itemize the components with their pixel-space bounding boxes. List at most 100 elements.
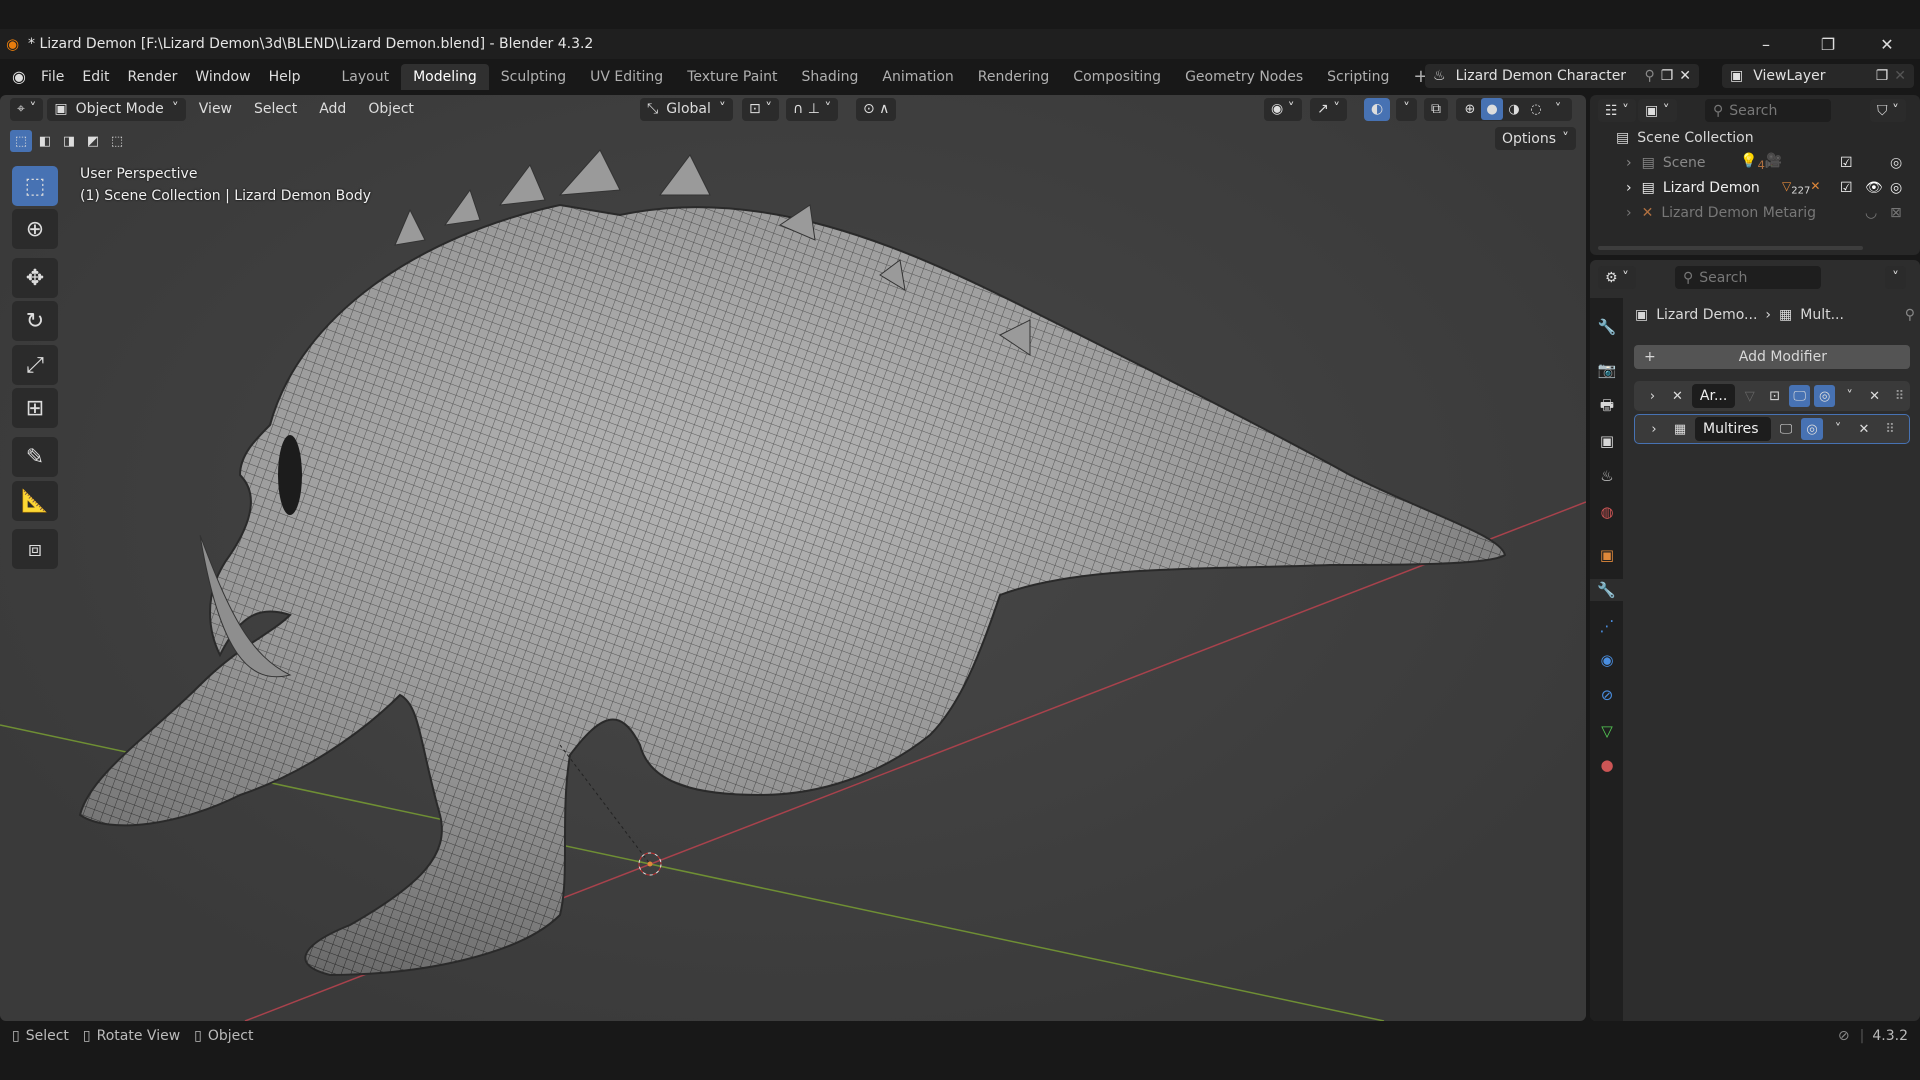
outliner-editor-type[interactable]: ☷ ˅ (1598, 99, 1637, 122)
tab-rendering[interactable]: Rendering (966, 64, 1062, 90)
tool-tab-icon[interactable]: 🔧 (1596, 316, 1618, 338)
render-disabled-icon[interactable]: ⊠ (1890, 205, 1902, 221)
constraints-tab-icon[interactable]: ⊘ (1596, 684, 1618, 706)
scene-selector[interactable]: ♨ Lizard Demon Character ⚲ ❐ ✕ (1425, 64, 1699, 88)
pivot-point-button[interactable]: ⊡ ˅ (742, 97, 780, 121)
remove-modifier-icon[interactable]: ✕ (1853, 418, 1875, 440)
new-view-layer-icon[interactable]: ❐ (1876, 68, 1889, 84)
outliner-row-metarig[interactable]: › ✕ Lizard Demon Metarig ◡ ⊠ (1590, 200, 1920, 225)
viewport-toggle-icon[interactable]: 🖵 (1775, 418, 1797, 440)
transform-tool[interactable]: ⊞ (12, 388, 58, 428)
select-new-icon[interactable]: ⬚ (10, 130, 32, 152)
outliner-row-scene[interactable]: › ▤ Scene 💡4🎥 ☑ ◎ (1590, 150, 1920, 175)
add-modifier-button[interactable]: + Add Modifier (1634, 345, 1910, 369)
render-toggle-icon[interactable]: ◎ (1814, 385, 1836, 407)
tab-geometry-nodes[interactable]: Geometry Nodes (1173, 64, 1315, 90)
view-layer-tab-icon[interactable]: ▣ (1596, 430, 1618, 452)
rotate-tool[interactable]: ↻ (12, 301, 58, 341)
measure-tool[interactable]: 📐 (12, 481, 58, 521)
select-invert-icon[interactable]: ◩ (82, 130, 104, 152)
tab-shading[interactable]: Shading (790, 64, 871, 90)
editor-type-button[interactable]: ⌖ ˅ (10, 97, 44, 121)
drag-handle-icon[interactable]: ⠿ (1889, 385, 1910, 407)
delete-scene-icon[interactable]: ✕ (1679, 68, 1691, 84)
tab-modeling[interactable]: Modeling (401, 63, 489, 90)
modifier-name-field[interactable]: Multires (1695, 417, 1771, 441)
pin-icon[interactable]: ⚲ (1905, 307, 1915, 323)
properties-options-dropdown[interactable]: ˅ (1885, 266, 1906, 289)
new-scene-icon[interactable]: ❐ (1661, 68, 1674, 84)
select-intersect-icon[interactable]: ⬚ (106, 130, 128, 152)
material-tab-icon[interactable]: ● (1596, 754, 1618, 776)
tab-animation[interactable]: Animation (870, 64, 965, 90)
drag-handle-icon[interactable]: ⠿ (1879, 418, 1901, 440)
outliner-row-scene-collection[interactable]: ▤ Scene Collection (1590, 125, 1920, 150)
outliner-row-lizard-demon[interactable]: › ▤ Lizard Demon ▽227✕ ☑ 👁 ◎ (1590, 175, 1920, 200)
delete-view-layer-icon[interactable]: ✕ (1894, 68, 1906, 84)
select-extend-icon[interactable]: ◧ (34, 130, 56, 152)
mode-selector[interactable]: ▣ Object Mode ˅ (47, 97, 186, 121)
menu-object[interactable]: Object (359, 101, 423, 117)
cursor-tool[interactable]: ⊕ (12, 209, 58, 249)
tab-texture-paint[interactable]: Texture Paint (675, 64, 789, 90)
tab-uv-editing[interactable]: UV Editing (578, 64, 675, 90)
proportional-editing-toggle[interactable]: ⊙ ∧ (856, 97, 897, 121)
wireframe-shading-icon[interactable]: ⊕ (1459, 98, 1481, 120)
filter-button[interactable]: ⛉ ˅ (1870, 99, 1906, 122)
scale-tool[interactable]: ⤢ (12, 345, 58, 385)
cage-toggle-icon[interactable]: ⊡ (1764, 385, 1785, 407)
select-box-tool[interactable]: ⬚ (12, 166, 58, 206)
view-layer-selector[interactable]: ▣ ViewLayer ❐ ✕ (1722, 64, 1914, 88)
selectability-button[interactable]: ◉ ˅ (1264, 97, 1302, 121)
overlays-toggle[interactable]: ◐ (1364, 97, 1391, 121)
particles-tab-icon[interactable]: ⋰ (1596, 615, 1618, 637)
render-tab-icon[interactable]: 📷 (1596, 359, 1618, 381)
move-tool[interactable]: ✥ (12, 258, 58, 298)
maximize-button[interactable]: ❐ (1805, 29, 1851, 59)
select-subtract-icon[interactable]: ◨ (58, 130, 80, 152)
menu-render[interactable]: Render (119, 69, 187, 85)
exclude-checkbox[interactable]: ☑ (1840, 155, 1853, 171)
render-toggle-icon[interactable]: ◎ (1801, 418, 1823, 440)
tab-sculpting[interactable]: Sculpting (489, 64, 578, 90)
modifier-name-field[interactable]: Ar... (1691, 384, 1736, 408)
blender-menu-icon[interactable]: ◉ (12, 67, 26, 86)
hidden-eye-icon[interactable]: ◡ (1865, 205, 1877, 221)
menu-view[interactable]: View (190, 101, 241, 117)
outliner-search-input[interactable]: ⚲ Search (1705, 99, 1831, 122)
rendered-shading-icon[interactable]: ◌ (1525, 98, 1547, 120)
add-cube-tool[interactable]: ⧈ (12, 529, 58, 569)
remove-modifier-icon[interactable]: ✕ (1864, 385, 1885, 407)
tab-compositing[interactable]: Compositing (1061, 64, 1173, 90)
minimize-button[interactable]: – (1743, 29, 1789, 59)
annotate-tool[interactable]: ✎ (12, 437, 58, 477)
solid-shading-icon[interactable]: ● (1481, 98, 1503, 120)
object-tab-icon[interactable]: ▣ (1596, 544, 1618, 566)
transform-orientation-selector[interactable]: ⤡ Global ˅ (640, 97, 733, 121)
expand-chevron-icon[interactable]: › (1642, 385, 1663, 407)
shading-dropdown-icon[interactable]: ˅ (1547, 98, 1569, 120)
output-tab-icon[interactable]: 🖶 (1596, 396, 1618, 418)
menu-select[interactable]: Select (245, 101, 306, 117)
expand-chevron-icon[interactable]: › (1643, 418, 1665, 440)
scene-tab-icon[interactable]: ♨ (1596, 465, 1618, 487)
overlays-dropdown[interactable]: ˅ (1396, 97, 1417, 121)
close-button[interactable]: ✕ (1864, 29, 1910, 59)
options-button[interactable]: Options ˅ (1495, 127, 1577, 150)
tab-scripting[interactable]: Scripting (1315, 64, 1401, 90)
properties-search-input[interactable]: ⚲ Search (1675, 266, 1821, 289)
exclude-checkbox[interactable]: ☑ (1840, 180, 1853, 196)
menu-window[interactable]: Window (186, 69, 259, 85)
menu-help[interactable]: Help (260, 69, 310, 85)
menu-add[interactable]: Add (310, 101, 355, 117)
render-toggle-icon[interactable]: ◎ (1890, 155, 1902, 171)
shading-modes[interactable]: ⊕ ● ◑ ◌ ˅ (1456, 97, 1572, 121)
render-toggle-icon[interactable]: ◎ (1890, 180, 1902, 196)
material-shading-icon[interactable]: ◑ (1503, 98, 1525, 120)
world-tab-icon[interactable]: ◍ (1596, 501, 1618, 523)
viewport-toggle-icon[interactable]: 🖵 (1789, 385, 1811, 407)
visibility-eye-icon[interactable]: 👁 (1865, 180, 1883, 196)
properties-editor-type[interactable]: ⚙ ˅ (1598, 266, 1637, 289)
modifier-menu-icon[interactable]: ˅ (1839, 385, 1860, 407)
modifier-menu-icon[interactable]: ˅ (1827, 418, 1849, 440)
